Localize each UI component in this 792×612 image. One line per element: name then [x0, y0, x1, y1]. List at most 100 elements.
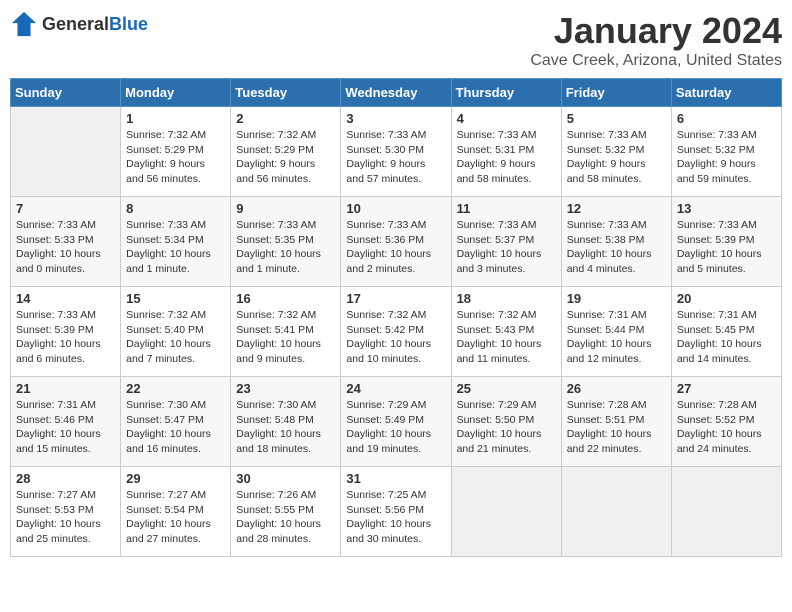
calendar-cell: 6Sunrise: 7:33 AMSunset: 5:32 PMDaylight…	[671, 107, 781, 197]
calendar-cell: 11 Sunrise: 7:33 AMSunset: 5:37 PMDayligh…	[451, 197, 561, 287]
calendar-cell: 10 Sunrise: 7:33 AMSunset: 5:36 PMDayligh…	[341, 197, 451, 287]
day-info: Sunrise: 7:32 AMSunset: 5:41 PMDaylight:…	[236, 308, 335, 367]
day-number: 25	[457, 381, 556, 396]
day-number: 13	[677, 201, 776, 216]
calendar-cell: 5Sunrise: 7:33 AMSunset: 5:32 PMDaylight…	[561, 107, 671, 197]
day-number: 20	[677, 291, 776, 306]
calendar-cell: 18Sunrise: 7:32 AMSunset: 5:43 PMDayligh…	[451, 287, 561, 377]
header-day-sunday: Sunday	[11, 79, 121, 107]
header-day-tuesday: Tuesday	[231, 79, 341, 107]
location-title: Cave Creek, Arizona, United States	[530, 52, 782, 70]
day-number: 23	[236, 381, 335, 396]
calendar-cell: 25 Sunrise: 7:29 AMSunset: 5:50 PMDayligh…	[451, 377, 561, 467]
day-info: Sunrise: 7:32 AMSunset: 5:29 PMDaylight:…	[126, 128, 225, 187]
calendar-week-2: 7 Sunrise: 7:33 AMSunset: 5:33 PMDaylight…	[11, 197, 782, 287]
day-info: Sunrise: 7:29 AMSunset: 5:50 PMDaylight:…	[457, 398, 556, 457]
day-info: Sunrise: 7:29 AMSunset: 5:49 PMDaylight:…	[346, 398, 445, 457]
day-info: Sunrise: 7:30 AMSunset: 5:47 PMDaylight:…	[126, 398, 225, 457]
day-info: Sunrise: 7:26 AMSunset: 5:55 PMDaylight:…	[236, 488, 335, 547]
calendar-cell: 23 Sunrise: 7:30 AMSunset: 5:48 PMDayligh…	[231, 377, 341, 467]
day-number: 12	[567, 201, 666, 216]
day-number: 1	[126, 111, 225, 126]
header-day-wednesday: Wednesday	[341, 79, 451, 107]
day-info: Sunrise: 7:27 AMSunset: 5:54 PMDaylight:…	[126, 488, 225, 547]
calendar-cell: 24 Sunrise: 7:29 AMSunset: 5:49 PMDayligh…	[341, 377, 451, 467]
day-info: Sunrise: 7:30 AMSunset: 5:48 PMDaylight:…	[236, 398, 335, 457]
calendar-cell: 12 Sunrise: 7:33 AMSunset: 5:38 PMDayligh…	[561, 197, 671, 287]
day-number: 2	[236, 111, 335, 126]
day-number: 16	[236, 291, 335, 306]
day-info: Sunrise: 7:28 AMSunset: 5:51 PMDaylight:…	[567, 398, 666, 457]
logo: GeneralBlue	[10, 10, 148, 38]
logo-text: GeneralBlue	[42, 14, 148, 35]
calendar-cell: 2 Sunrise: 7:32 AMSunset: 5:29 PMDaylight…	[231, 107, 341, 197]
day-info: Sunrise: 7:33 AMSunset: 5:30 PMDaylight:…	[346, 128, 445, 187]
day-number: 4	[457, 111, 556, 126]
calendar-cell	[561, 467, 671, 557]
day-info: Sunrise: 7:33 AMSunset: 5:33 PMDaylight:…	[16, 218, 115, 277]
calendar-week-5: 28Sunrise: 7:27 AMSunset: 5:53 PMDayligh…	[11, 467, 782, 557]
header-day-thursday: Thursday	[451, 79, 561, 107]
calendar-cell: 4 Sunrise: 7:33 AMSunset: 5:31 PMDaylight…	[451, 107, 561, 197]
header-day-monday: Monday	[121, 79, 231, 107]
calendar-cell: 30 Sunrise: 7:26 AMSunset: 5:55 PMDayligh…	[231, 467, 341, 557]
day-info: Sunrise: 7:32 AMSunset: 5:40 PMDaylight:…	[126, 308, 225, 367]
calendar-cell	[451, 467, 561, 557]
calendar-cell: 13 Sunrise: 7:33 AMSunset: 5:39 PMDayligh…	[671, 197, 781, 287]
calendar-cell: 20Sunrise: 7:31 AMSunset: 5:45 PMDayligh…	[671, 287, 781, 377]
day-info: Sunrise: 7:33 AMSunset: 5:31 PMDaylight:…	[457, 128, 556, 187]
header: GeneralBlue January 2024 Cave Creek, Ari…	[10, 10, 782, 70]
day-info: Sunrise: 7:33 AMSunset: 5:36 PMDaylight:…	[346, 218, 445, 277]
day-info: Sunrise: 7:32 AMSunset: 5:29 PMDaylight:…	[236, 128, 335, 187]
calendar-cell: 9 Sunrise: 7:33 AMSunset: 5:35 PMDaylight…	[231, 197, 341, 287]
day-info: Sunrise: 7:25 AMSunset: 5:56 PMDaylight:…	[346, 488, 445, 547]
calendar-table: SundayMondayTuesdayWednesdayThursdayFrid…	[10, 78, 782, 557]
header-day-friday: Friday	[561, 79, 671, 107]
calendar-cell: 16 Sunrise: 7:32 AMSunset: 5:41 PMDayligh…	[231, 287, 341, 377]
day-info: Sunrise: 7:33 AMSunset: 5:37 PMDaylight:…	[457, 218, 556, 277]
logo-icon	[10, 10, 38, 38]
logo-blue: Blue	[109, 14, 148, 34]
day-info: Sunrise: 7:33 AMSunset: 5:38 PMDaylight:…	[567, 218, 666, 277]
day-number: 10	[346, 201, 445, 216]
header-day-saturday: Saturday	[671, 79, 781, 107]
day-info: Sunrise: 7:33 AMSunset: 5:39 PMDaylight:…	[677, 218, 776, 277]
day-info: Sunrise: 7:28 AMSunset: 5:52 PMDaylight:…	[677, 398, 776, 457]
calendar-cell: 8Sunrise: 7:33 AMSunset: 5:34 PMDaylight…	[121, 197, 231, 287]
day-info: Sunrise: 7:32 AMSunset: 5:42 PMDaylight:…	[346, 308, 445, 367]
day-number: 7	[16, 201, 115, 216]
day-number: 11	[457, 201, 556, 216]
month-title: January 2024	[530, 10, 782, 52]
day-number: 30	[236, 471, 335, 486]
day-number: 15	[126, 291, 225, 306]
day-number: 18	[457, 291, 556, 306]
day-number: 5	[567, 111, 666, 126]
calendar-cell: 29 Sunrise: 7:27 AMSunset: 5:54 PMDayligh…	[121, 467, 231, 557]
calendar-cell: 21Sunrise: 7:31 AMSunset: 5:46 PMDayligh…	[11, 377, 121, 467]
day-number: 19	[567, 291, 666, 306]
day-number: 24	[346, 381, 445, 396]
day-info: Sunrise: 7:31 AMSunset: 5:44 PMDaylight:…	[567, 308, 666, 367]
day-info: Sunrise: 7:33 AMSunset: 5:32 PMDaylight:…	[677, 128, 776, 187]
calendar-cell: 1 Sunrise: 7:32 AMSunset: 5:29 PMDaylight…	[121, 107, 231, 197]
calendar-cell: 15 Sunrise: 7:32 AMSunset: 5:40 PMDayligh…	[121, 287, 231, 377]
calendar-cell: 17Sunrise: 7:32 AMSunset: 5:42 PMDayligh…	[341, 287, 451, 377]
day-number: 26	[567, 381, 666, 396]
calendar-cell: 3 Sunrise: 7:33 AMSunset: 5:30 PMDaylight…	[341, 107, 451, 197]
calendar-week-3: 14Sunrise: 7:33 AMSunset: 5:39 PMDayligh…	[11, 287, 782, 377]
day-info: Sunrise: 7:33 AMSunset: 5:35 PMDaylight:…	[236, 218, 335, 277]
calendar-week-4: 21Sunrise: 7:31 AMSunset: 5:46 PMDayligh…	[11, 377, 782, 467]
day-number: 3	[346, 111, 445, 126]
day-number: 28	[16, 471, 115, 486]
calendar-cell: 26 Sunrise: 7:28 AMSunset: 5:51 PMDayligh…	[561, 377, 671, 467]
logo-general: General	[42, 14, 109, 34]
title-area: January 2024 Cave Creek, Arizona, United…	[530, 10, 782, 70]
day-number: 31	[346, 471, 445, 486]
calendar-cell: 19 Sunrise: 7:31 AMSunset: 5:44 PMDayligh…	[561, 287, 671, 377]
calendar-header-row: SundayMondayTuesdayWednesdayThursdayFrid…	[11, 79, 782, 107]
day-number: 29	[126, 471, 225, 486]
day-info: Sunrise: 7:33 AMSunset: 5:39 PMDaylight:…	[16, 308, 115, 367]
day-number: 9	[236, 201, 335, 216]
calendar-cell	[11, 107, 121, 197]
calendar-cell: 31 Sunrise: 7:25 AMSunset: 5:56 PMDayligh…	[341, 467, 451, 557]
